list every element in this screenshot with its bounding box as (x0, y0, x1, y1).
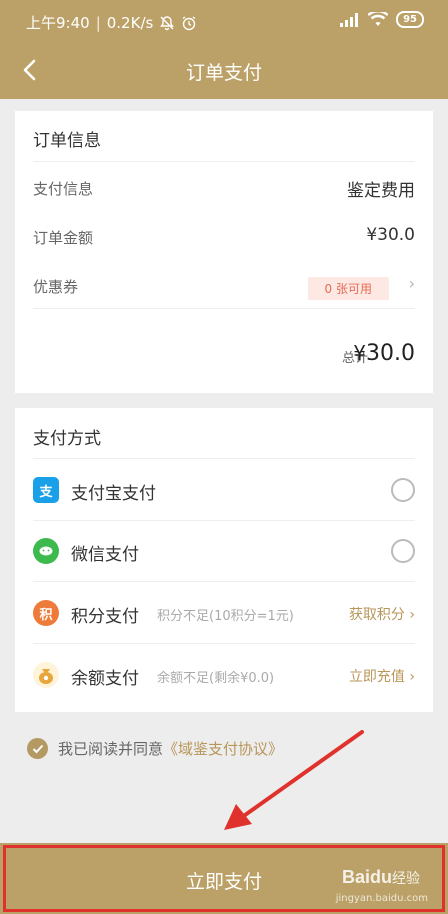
points-note: 积分不足(10积分=1元) (157, 609, 294, 624)
status-time: 上午9:40 (26, 14, 90, 32)
points-label: 积分支付 (71, 607, 139, 627)
get-points-label: 获取积分 (348, 607, 405, 623)
page-title: 订单支付 (185, 62, 262, 84)
signal-icon (340, 12, 359, 27)
network-speed: 0.2K/s (106, 13, 154, 32)
alarm-icon (182, 15, 196, 30)
balance-label: 余额支付 (71, 669, 139, 689)
status-separator: | (95, 13, 101, 32)
coupon-badge: 0 张可用 (307, 277, 389, 300)
watermark-url: jingyan.baidu.com (335, 893, 428, 904)
divider (33, 520, 415, 521)
alipay-radio[interactable] (391, 478, 415, 502)
payment-info-value: 鉴定费用 (347, 181, 415, 201)
agreement-row: 我已阅读并同意《域鉴支付协议》 (27, 738, 283, 759)
payment-info-label: 支付信息 (33, 180, 94, 198)
divider (33, 458, 415, 459)
points-icon: 积 (33, 600, 59, 626)
chevron-right-icon: › (409, 607, 415, 623)
pay-now-button[interactable]: 立即支付 Baidu经验 jingyan.baidu.com (0, 843, 448, 914)
agreement-prefix: 我已阅读并同意 (58, 740, 164, 758)
agreement-link[interactable]: 《域鉴支付协议》 (163, 740, 283, 758)
baidu-watermark: Baidu经验 (342, 867, 420, 888)
recharge-link[interactable]: 立即充值 › (349, 666, 415, 686)
mute-icon (160, 15, 175, 30)
wechat-icon (33, 538, 59, 564)
order-amount-label: 订单金额 (33, 229, 94, 247)
watermark-paw: du (370, 867, 392, 887)
alipay-icon: 支 (33, 477, 59, 503)
battery-icon: 95 (396, 11, 424, 28)
chevron-right-icon: › (408, 274, 415, 293)
agreement-checkbox[interactable] (27, 738, 48, 759)
check-icon (32, 744, 43, 753)
wechat-radio[interactable] (391, 539, 415, 563)
total-number: 30.0 (366, 341, 415, 366)
watermark-brand: Bai (341, 867, 370, 887)
divider (33, 643, 415, 644)
total-amount: ¥30.0 (353, 341, 415, 366)
divider (33, 161, 415, 162)
balance-note: 余额不足(剩余¥0.0) (157, 671, 275, 686)
wifi-icon (368, 12, 389, 26)
divider (33, 581, 415, 582)
nav-bar: 订单支付 (0, 42, 448, 99)
balance-icon (33, 662, 59, 688)
wechat-label: 微信支付 (71, 545, 139, 565)
payment-method-card: 支付方式 支 支付宝支付 微信支付 积 积分支付 积分不足(10积分=1元) 获… (15, 408, 433, 712)
total-currency: ¥ (353, 341, 367, 365)
recharge-label: 立即充值 (348, 669, 405, 685)
payment-method-title: 支付方式 (33, 429, 101, 449)
order-amount-value: ¥30.0 (366, 225, 415, 245)
watermark-suffix: 经验 (392, 870, 420, 886)
order-info-card: 订单信息 支付信息 鉴定费用 订单金额 ¥30.0 优惠券 0 张可用 › 总计… (15, 111, 433, 393)
status-bar: 上午9:40 | 0.2K/s 95 (0, 0, 448, 42)
chevron-right-icon: › (409, 669, 415, 685)
coupon-label: 优惠券 (33, 278, 79, 296)
agreement-text: 我已阅读并同意《域鉴支付协议》 (58, 738, 283, 759)
alipay-label: 支付宝支付 (71, 484, 156, 504)
divider (33, 308, 415, 309)
order-info-title: 订单信息 (33, 131, 101, 151)
get-points-link[interactable]: 获取积分 › (349, 604, 415, 624)
